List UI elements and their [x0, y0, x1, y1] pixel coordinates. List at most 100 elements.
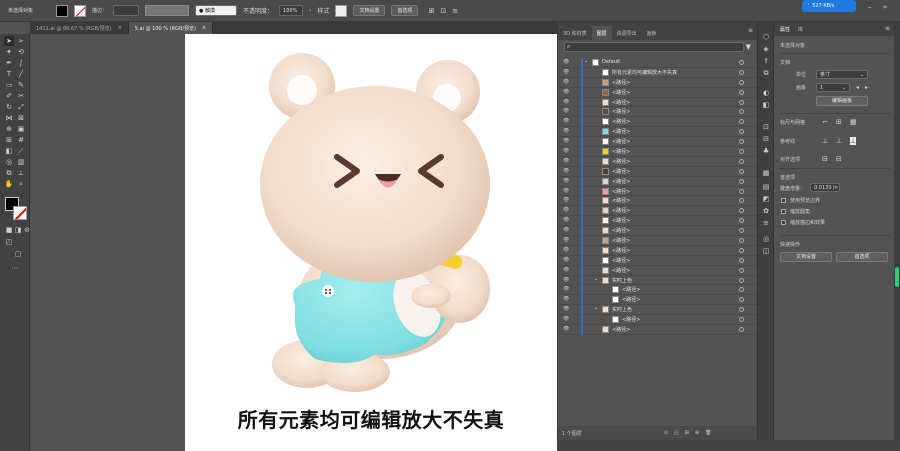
layer-row[interactable]: 👁 <路径>: [558, 97, 758, 108]
stroke-panel-icon[interactable]: ≡: [761, 218, 771, 228]
tab-layers[interactable]: 图层: [591, 26, 612, 40]
menu-icon[interactable]: ≡: [452, 7, 458, 15]
eye-icon[interactable]: 👁: [563, 316, 569, 322]
tab-artboards[interactable]: 画板: [642, 26, 662, 40]
eye-icon[interactable]: 👁: [563, 217, 569, 223]
magic-wand-icon[interactable]: ✦: [4, 47, 14, 57]
lasso-icon[interactable]: ⟲: [16, 47, 26, 57]
layer-row[interactable]: 👁 ⌄ Default: [558, 58, 758, 68]
scissors-icon[interactable]: ✂: [16, 91, 26, 101]
eye-icon[interactable]: 👁: [563, 277, 569, 283]
next-artboard-icon[interactable]: ▸: [865, 84, 868, 91]
locate-object-icon[interactable]: ⊙: [664, 430, 668, 436]
mesh-icon[interactable]: #: [16, 135, 26, 145]
more-icon[interactable]: »: [883, 3, 887, 11]
artboard-select[interactable]: 1 ⌄: [816, 83, 850, 92]
variable-width-profile[interactable]: [145, 5, 190, 16]
expand-chevron-icon[interactable]: ⌄: [584, 58, 588, 64]
draw-mode-icon[interactable]: ◰: [4, 237, 14, 247]
fill-swatch[interactable]: [56, 4, 68, 17]
symbols-icon[interactable]: ✿: [761, 206, 771, 216]
scale-corners-checkbox[interactable]: [781, 209, 786, 214]
align-icon[interactable]: ⊟: [761, 134, 771, 144]
layer-row[interactable]: 👁 <路径>: [558, 236, 758, 246]
eye-icon[interactable]: 👁: [563, 326, 569, 332]
panel-menu-icon[interactable]: ≡: [748, 27, 753, 34]
type-tool-icon[interactable]: T: [4, 69, 14, 79]
layer-row[interactable]: 👁 <路径>: [558, 216, 758, 227]
align-key-icon[interactable]: ⊟: [836, 155, 842, 163]
chevron-right-icon[interactable]: ›: [309, 7, 311, 14]
eye-icon[interactable]: 👁: [563, 247, 569, 253]
eye-icon[interactable]: 👁: [563, 79, 569, 85]
rectangle-tool-icon[interactable]: ▭: [4, 80, 14, 90]
target-circle-icon[interactable]: [739, 228, 744, 234]
more-tools-icon[interactable]: ⋯: [10, 263, 20, 273]
grid-icon[interactable]: ⊞: [836, 118, 842, 126]
target-circle-icon[interactable]: [739, 257, 744, 263]
style-swatch[interactable]: [335, 4, 348, 17]
prefs-button[interactable]: 首选项: [391, 5, 419, 16]
layer-row[interactable]: 👁 <路径>: [558, 245, 758, 256]
layer-row[interactable]: 👁 <路径>: [558, 156, 758, 167]
appearance-icon[interactable]: ◐: [761, 88, 771, 98]
close-icon[interactable]: ×: [202, 25, 206, 31]
eye-icon[interactable]: 👁: [563, 59, 569, 65]
layer-row[interactable]: 👁 <路径>: [558, 166, 758, 177]
layer-row[interactable]: 👁 <路径>: [558, 325, 758, 335]
target-circle-icon[interactable]: [739, 129, 744, 135]
show-guides-icon[interactable]: ⊥: [822, 137, 828, 145]
unit-select[interactable]: 英寸 ⌄: [816, 70, 868, 79]
eye-icon[interactable]: 👁: [563, 69, 569, 75]
minimize-icon[interactable]: –: [868, 3, 872, 11]
eye-icon[interactable]: 👁: [563, 197, 569, 203]
target-circle-icon[interactable]: [739, 109, 744, 115]
scrollbar[interactable]: [894, 22, 900, 440]
rotate-icon[interactable]: ↻: [4, 102, 14, 112]
target-circle-icon[interactable]: [739, 119, 744, 125]
target-circle-icon[interactable]: [739, 149, 744, 155]
tab-document-2[interactable]: 5.ai @ 100 % (RGB/预览) ×: [128, 22, 214, 34]
canvas-area[interactable]: 所有元素均可编辑放大不失真: [30, 34, 557, 451]
transform-icon[interactable]: ⊡: [440, 7, 446, 15]
target-circle-icon[interactable]: [739, 79, 744, 85]
eye-icon[interactable]: 👁: [563, 178, 569, 184]
target-circle-icon[interactable]: [739, 238, 744, 244]
pathfinder-icon[interactable]: ◫: [761, 246, 771, 256]
scale-strokes-checkbox[interactable]: [781, 220, 786, 225]
layers-icon[interactable]: ◈: [761, 44, 771, 54]
target-circle-icon[interactable]: [739, 99, 744, 105]
target-circle-icon[interactable]: [739, 208, 744, 214]
clipping-mask-icon[interactable]: ◰: [674, 430, 679, 436]
tab-asset-export[interactable]: 资源导出: [612, 26, 642, 40]
target-circle-icon[interactable]: [739, 89, 744, 95]
eye-icon[interactable]: 👁: [563, 306, 569, 312]
target-circle-icon[interactable]: [739, 60, 744, 65]
layer-row[interactable]: 👁 <路径>: [558, 265, 758, 276]
eye-icon[interactable]: 👁: [563, 267, 569, 273]
graph-tool-icon[interactable]: ▥: [16, 157, 26, 167]
layer-row[interactable]: 👁 <路径>: [558, 117, 758, 128]
color-icon[interactable]: ▦: [761, 168, 771, 178]
selection-tool-icon[interactable]: ➤: [4, 36, 14, 46]
preview-bounds-checkbox[interactable]: [781, 198, 786, 203]
gradient-icon[interactable]: ◧: [4, 146, 14, 156]
scroll-thumb[interactable]: [895, 267, 899, 287]
layer-row[interactable]: 👁 <路径>: [558, 147, 758, 157]
width-tool-icon[interactable]: ⋈: [4, 113, 14, 123]
close-icon[interactable]: ×: [118, 25, 122, 31]
eye-icon[interactable]: 👁: [563, 138, 569, 144]
scale-icon[interactable]: ⤢: [16, 102, 26, 112]
lock-guides-icon[interactable]: ⊥: [836, 137, 842, 145]
keyboard-increment-input[interactable]: 0.0139 in: [810, 183, 840, 192]
tab-3d-materials[interactable]: 3D 和材质: [558, 26, 592, 40]
slice-icon[interactable]: ⟂: [16, 168, 26, 178]
layer-row[interactable]: 👁 ⌄ 实时上色: [558, 275, 758, 286]
layer-row[interactable]: 👁 <路径>: [558, 107, 758, 118]
artboard-tool-icon[interactable]: ⧉: [4, 168, 14, 178]
perspective-grid-icon[interactable]: ⊞: [4, 135, 14, 145]
zoom-tool-icon[interactable]: ⌕: [16, 179, 26, 189]
direct-selection-tool-icon[interactable]: ➢: [16, 36, 26, 46]
gradient-panel-icon[interactable]: ◩: [761, 194, 771, 204]
eye-icon[interactable]: 👁: [563, 89, 569, 95]
